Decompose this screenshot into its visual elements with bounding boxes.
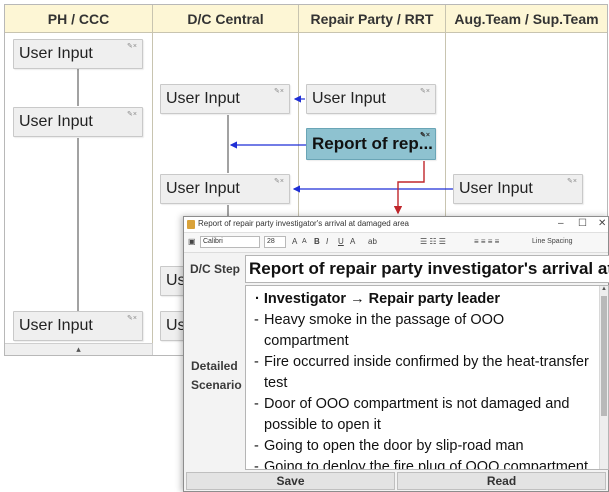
node-aug-user-input-1[interactable]: User Input ✎× bbox=[453, 174, 583, 204]
edit-close-icon[interactable]: ✎× bbox=[274, 177, 284, 187]
lane-scroll-handle[interactable]: ▴ bbox=[5, 343, 153, 355]
node-ph-user-input-3[interactable]: User Input ✎× bbox=[13, 311, 143, 341]
lane-header-ph-ccc: PH / CCC bbox=[5, 5, 153, 33]
read-button[interactable]: Read bbox=[397, 472, 606, 490]
shrink-font-icon[interactable]: A bbox=[302, 236, 307, 248]
step-label: D/C Step bbox=[190, 262, 241, 276]
lane-ph-ccc bbox=[5, 33, 153, 353]
node-rp-report-selected[interactable]: Report of rep... ✎× bbox=[306, 128, 436, 160]
italic-button[interactable]: I bbox=[326, 236, 328, 248]
scenario-line: - Going to deploy the fire plug of OOO co… bbox=[254, 459, 588, 470]
save-button[interactable]: Save bbox=[186, 472, 395, 490]
app-icon bbox=[187, 220, 195, 229]
edit-close-icon[interactable]: ✎× bbox=[567, 177, 577, 187]
align-buttons[interactable]: ≡ ≡ ≡ ≡ bbox=[474, 236, 499, 248]
dialog-footer: Save Read bbox=[184, 472, 608, 492]
node-label: User Input bbox=[166, 180, 240, 197]
font-size-select[interactable]: 28 bbox=[264, 236, 286, 248]
node-label: Report of rep... bbox=[312, 134, 433, 153]
edit-close-icon[interactable]: ✎× bbox=[127, 110, 137, 120]
scenario-editor[interactable]: · Investigator → Repair party leader - He… bbox=[245, 285, 609, 470]
lane-header-repair-party: Repair Party / RRT bbox=[299, 5, 446, 33]
scroll-up-icon[interactable]: ▲ bbox=[600, 286, 608, 292]
bold-button[interactable]: B bbox=[314, 236, 320, 248]
grow-font-icon[interactable]: A bbox=[292, 236, 297, 248]
scenario-heading: · Investigator → Repair party leader bbox=[255, 291, 500, 307]
scrollbar-thumb[interactable] bbox=[601, 296, 607, 416]
node-ph-user-input-1[interactable]: User Input ✎× bbox=[13, 39, 143, 69]
font-color-button[interactable]: A bbox=[350, 236, 355, 248]
scenario-label: Scenario bbox=[191, 378, 242, 392]
paste-icon[interactable]: ▣ bbox=[188, 236, 196, 248]
underline-button[interactable]: U bbox=[338, 236, 344, 248]
highlight-button[interactable]: ab bbox=[368, 236, 377, 248]
list-buttons[interactable]: ☰ ☷ ☰ bbox=[420, 236, 446, 248]
line-spacing-button[interactable]: Line Spacing bbox=[532, 236, 572, 248]
scenario-line: - Door of OOO compartment is not damaged … bbox=[254, 396, 570, 433]
dialog-title: Report of repair party investigator's ar… bbox=[198, 219, 409, 228]
node-label: User Input bbox=[19, 45, 93, 62]
step-title-field[interactable]: Report of repair party investigator's ar… bbox=[245, 255, 609, 283]
node-dc-user-input-2[interactable]: User Input ✎× bbox=[160, 174, 290, 204]
maximize-icon[interactable]: ☐ bbox=[578, 218, 587, 230]
node-label: User Input bbox=[19, 113, 93, 130]
edit-close-icon[interactable]: ✎× bbox=[127, 42, 137, 52]
node-label: User Input bbox=[19, 317, 93, 334]
lane-header-dc-central: D/C Central bbox=[153, 5, 299, 33]
node-dc-user-input-1[interactable]: User Input ✎× bbox=[160, 84, 290, 114]
edit-close-icon[interactable]: ✎× bbox=[420, 87, 430, 97]
node-label: User Input bbox=[312, 90, 386, 107]
font-family-select[interactable]: Calibri bbox=[200, 236, 260, 248]
node-label: User Input bbox=[166, 90, 240, 107]
detail-label: Detailed bbox=[191, 359, 238, 373]
scenario-scrollbar[interactable]: ▲ bbox=[599, 286, 608, 469]
node-label: User Input bbox=[459, 180, 533, 197]
edit-close-icon[interactable]: ✎× bbox=[127, 314, 137, 324]
app-root: PH / CCC D/C Central Repair Party / RRT … bbox=[0, 0, 609, 492]
node-rp-user-input-1[interactable]: User Input ✎× bbox=[306, 84, 436, 114]
close-icon[interactable]: ✕ bbox=[598, 218, 606, 230]
scenario-line: - Heavy smoke in the passage of OOO compa… bbox=[254, 312, 505, 349]
format-toolbar: ▣ Calibri 28 A A B I U A ab ☰ ☷ ☰ ≡ ≡ ≡ … bbox=[184, 233, 608, 253]
node-ph-user-input-2[interactable]: User Input ✎× bbox=[13, 107, 143, 137]
step-editor-dialog: Report of repair party investigator's ar… bbox=[183, 216, 609, 492]
dialog-titlebar[interactable]: Report of repair party investigator's ar… bbox=[184, 217, 608, 233]
edit-close-icon[interactable]: ✎× bbox=[274, 87, 284, 97]
minimize-icon[interactable]: – bbox=[558, 218, 564, 230]
lane-header-aug-team: Aug.Team / Sup.Team bbox=[446, 5, 607, 33]
scenario-line: - Fire occurred inside confirmed by the h… bbox=[254, 354, 589, 391]
edit-close-icon[interactable]: ✎× bbox=[420, 131, 430, 141]
scenario-line: - Going to open the door by slip-road man bbox=[254, 438, 524, 454]
